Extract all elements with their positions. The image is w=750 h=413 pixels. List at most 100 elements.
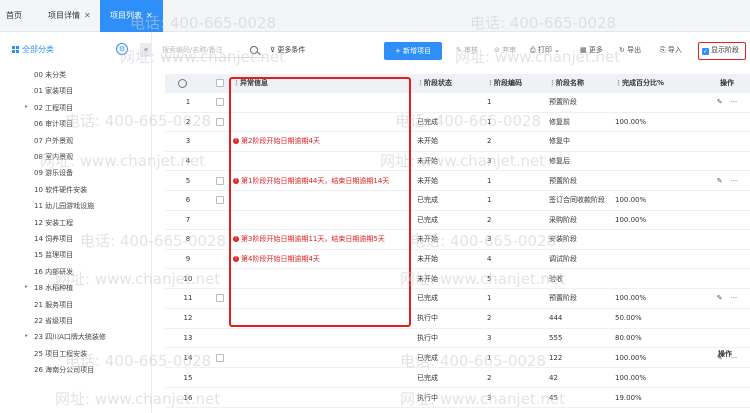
- sidebar-category-item[interactable]: ▸ 23 四川A口牌大统装修: [25, 332, 106, 342]
- tab-bar: 首页 项目详情 ✕ 项目列表 ✕: [0, 0, 750, 32]
- warning-icon: !: [233, 138, 239, 145]
- table-row[interactable]: 15 已完成 2 42 100.00%: [165, 368, 750, 389]
- more-actions-icon[interactable]: ···: [731, 98, 738, 106]
- category-sidebar: 全部分类 ⚙ 00 未分类 01 家装项目 ▸ 02 工程项目 06 审计项目 07 户外…: [0, 32, 152, 413]
- gear-icon[interactable]: [177, 78, 187, 88]
- caret-right-icon[interactable]: ▸: [25, 332, 28, 339]
- add-project-button[interactable]: + 新增项目: [384, 42, 442, 60]
- table-row[interactable]: 16 执行中 3 45 19.00%: [165, 388, 750, 409]
- sidebar-category-item[interactable]: ▸ 02 工程项目: [25, 103, 73, 113]
- table-row[interactable]: 9! 第4阶段开始日期逾期4天 未开始 4 调试阶段: [165, 250, 750, 270]
- row-checkbox[interactable]: [216, 176, 224, 185]
- stage-code: 2: [487, 314, 492, 323]
- column-header-act: 操作: [720, 79, 734, 87]
- stage-name: 采购阶段: [549, 215, 577, 224]
- sidebar-category-item[interactable]: 26 海南分公司项目: [34, 365, 94, 375]
- more-actions-icon[interactable]: ···: [731, 294, 738, 302]
- table-row[interactable]: 13 执行中 3 555 80.00%: [165, 329, 750, 349]
- row-checkbox[interactable]: [216, 117, 224, 126]
- stage-status: 已完成: [417, 196, 438, 205]
- sidebar-category-item[interactable]: 16 内部研发: [34, 267, 73, 277]
- sidebar-category-item[interactable]: ▸ 18 水稻种植: [25, 283, 73, 293]
- table-header: ⋮ 异常信息 ⋮ 阶段状态 ⋮ 阶段编码 ⋮ 阶段名称 ⋮ 完成百分比% 操作: [165, 74, 750, 93]
- close-icon[interactable]: ✕: [146, 11, 153, 20]
- table-row[interactable]: 1 1 预置阶段 ✎ ···: [165, 93, 750, 113]
- tab-project-detail[interactable]: 项目详情 ✕: [48, 0, 91, 32]
- stage-name: 45: [549, 393, 558, 402]
- collapse-sidebar-icon[interactable]: «: [140, 43, 152, 57]
- sidebar-category-item[interactable]: 25 项目工程安装: [34, 349, 87, 359]
- row-number: 8: [185, 235, 191, 244]
- table-row[interactable]: 12 执行中 2 444 50.00%: [165, 309, 750, 329]
- sidebar-category-item[interactable]: 08 室内景观: [34, 152, 73, 162]
- stage-name: 42: [549, 373, 558, 382]
- show-stage-toggle[interactable]: ✓ 显示阶段: [698, 42, 746, 60]
- table-row[interactable]: 3! 第2阶段开始日期逾期4天 未开始 2 修复中: [165, 132, 750, 152]
- caret-right-icon[interactable]: ▸: [25, 103, 28, 110]
- table-row[interactable]: 4 未开始 3 修复后: [165, 152, 750, 172]
- table-row[interactable]: 6 已完成 1 签订合同收款阶段 100.00%: [165, 191, 750, 211]
- column-drag-icon[interactable]: ⋮: [549, 79, 556, 87]
- edit-icon[interactable]: ✎: [717, 177, 723, 185]
- export-button[interactable]: ↻ 导出: [619, 45, 641, 55]
- stage-status: 未开始: [417, 235, 438, 244]
- sidebar-category-label: 07 户外景观: [34, 136, 74, 145]
- search-icon[interactable]: [250, 46, 258, 54]
- review-button[interactable]: ✎ 审核: [456, 45, 478, 55]
- table-row[interactable]: 14 已完成 1 122 100.00% ✎ ···: [165, 348, 750, 369]
- sidebar-category-item[interactable]: 01 家装项目: [34, 86, 73, 96]
- row-checkbox[interactable]: [216, 353, 224, 362]
- sidebar-category-item[interactable]: 00 未分类: [34, 70, 66, 80]
- sidebar-category-item[interactable]: 12 安装工程: [34, 218, 73, 228]
- select-all-checkbox[interactable]: [216, 79, 224, 87]
- caret-right-icon[interactable]: ▸: [25, 283, 28, 290]
- column-drag-icon[interactable]: ⋮: [233, 79, 240, 87]
- edit-icon[interactable]: ✎: [717, 98, 723, 106]
- table-row[interactable]: 7 已完成 2 采购阶段 100.00%: [165, 211, 750, 231]
- table-row[interactable]: 10 未开始 5 验收: [165, 269, 750, 289]
- column-drag-icon[interactable]: ⋮: [417, 79, 424, 87]
- unreview-button[interactable]: ⊘ 弃审: [494, 45, 516, 55]
- sidebar-category-item[interactable]: 15 监理项目: [34, 250, 73, 260]
- row-number: 3: [185, 137, 191, 146]
- more-actions-icon[interactable]: ···: [731, 177, 738, 185]
- print-button[interactable]: ⎙ 打印 ⌄: [530, 45, 560, 55]
- sidebar-category-item[interactable]: 09 游乐设备: [34, 168, 73, 178]
- row-checkbox[interactable]: [216, 196, 224, 205]
- category-root-label: 全部分类: [22, 45, 54, 54]
- sidebar-category-item[interactable]: 11 幼儿园游戏设施: [34, 201, 94, 211]
- row-checkbox[interactable]: [216, 294, 224, 303]
- tab-project-list[interactable]: 项目列表 ✕: [100, 0, 163, 32]
- stage-code: 1: [487, 196, 492, 205]
- table-row[interactable]: 8! 第3阶段开始日期逾期11天，结束日期逾期5天 未开始 3 安装阶段: [165, 230, 750, 250]
- sidebar-category-label: 25 项目工程安装: [34, 349, 88, 358]
- row-checkbox[interactable]: [216, 98, 224, 107]
- stage-name: 验收: [549, 274, 563, 283]
- import-button[interactable]: ⎘ 导入: [660, 45, 682, 55]
- sidebar-category-item[interactable]: 06 审计项目: [34, 119, 73, 129]
- sidebar-category-item[interactable]: 14 饲养项目: [34, 234, 73, 244]
- table-row[interactable]: 5! 第1阶段开始日期逾期44天，结束日期逾期14天 未开始 1 预置阶段 ✎ ···: [165, 171, 750, 191]
- tab-label: 项目详情: [48, 11, 80, 20]
- category-tree-root[interactable]: 全部分类: [12, 44, 54, 55]
- table-row[interactable]: 2 已完成 1 修复前 100.00%: [165, 113, 750, 133]
- sidebar-category-item[interactable]: 22 省级项目: [34, 316, 73, 326]
- more-conditions-button[interactable]: ⊽ 更多条件: [270, 45, 305, 55]
- sidebar-category-item[interactable]: 21 服务项目: [34, 300, 73, 310]
- row-number: 4: [185, 157, 191, 166]
- tab-home[interactable]: 首页: [6, 0, 22, 32]
- close-icon[interactable]: ✕: [84, 11, 91, 20]
- sidebar-category-item[interactable]: 07 户外景观: [34, 136, 73, 146]
- edit-icon[interactable]: ✎: [717, 294, 723, 302]
- completion-percent: 80.00%: [615, 333, 642, 342]
- more-button[interactable]: ▦ 更多: [580, 45, 603, 55]
- row-number: 12: [183, 314, 193, 323]
- completion-percent: 19.00%: [615, 393, 642, 402]
- column-drag-icon[interactable]: ⋮: [615, 79, 622, 87]
- table-row[interactable]: 11 已完成 1 预置阶段 100.00% ✎ ···: [165, 289, 750, 309]
- checkbox-checked-icon[interactable]: ✓: [702, 48, 709, 55]
- sidebar-category-item[interactable]: 10 软件硬件安装: [34, 185, 87, 195]
- column-drag-icon[interactable]: ⋮: [487, 79, 494, 87]
- category-settings-icon[interactable]: ⚙: [116, 43, 128, 55]
- stage-status: 已完成: [417, 294, 438, 303]
